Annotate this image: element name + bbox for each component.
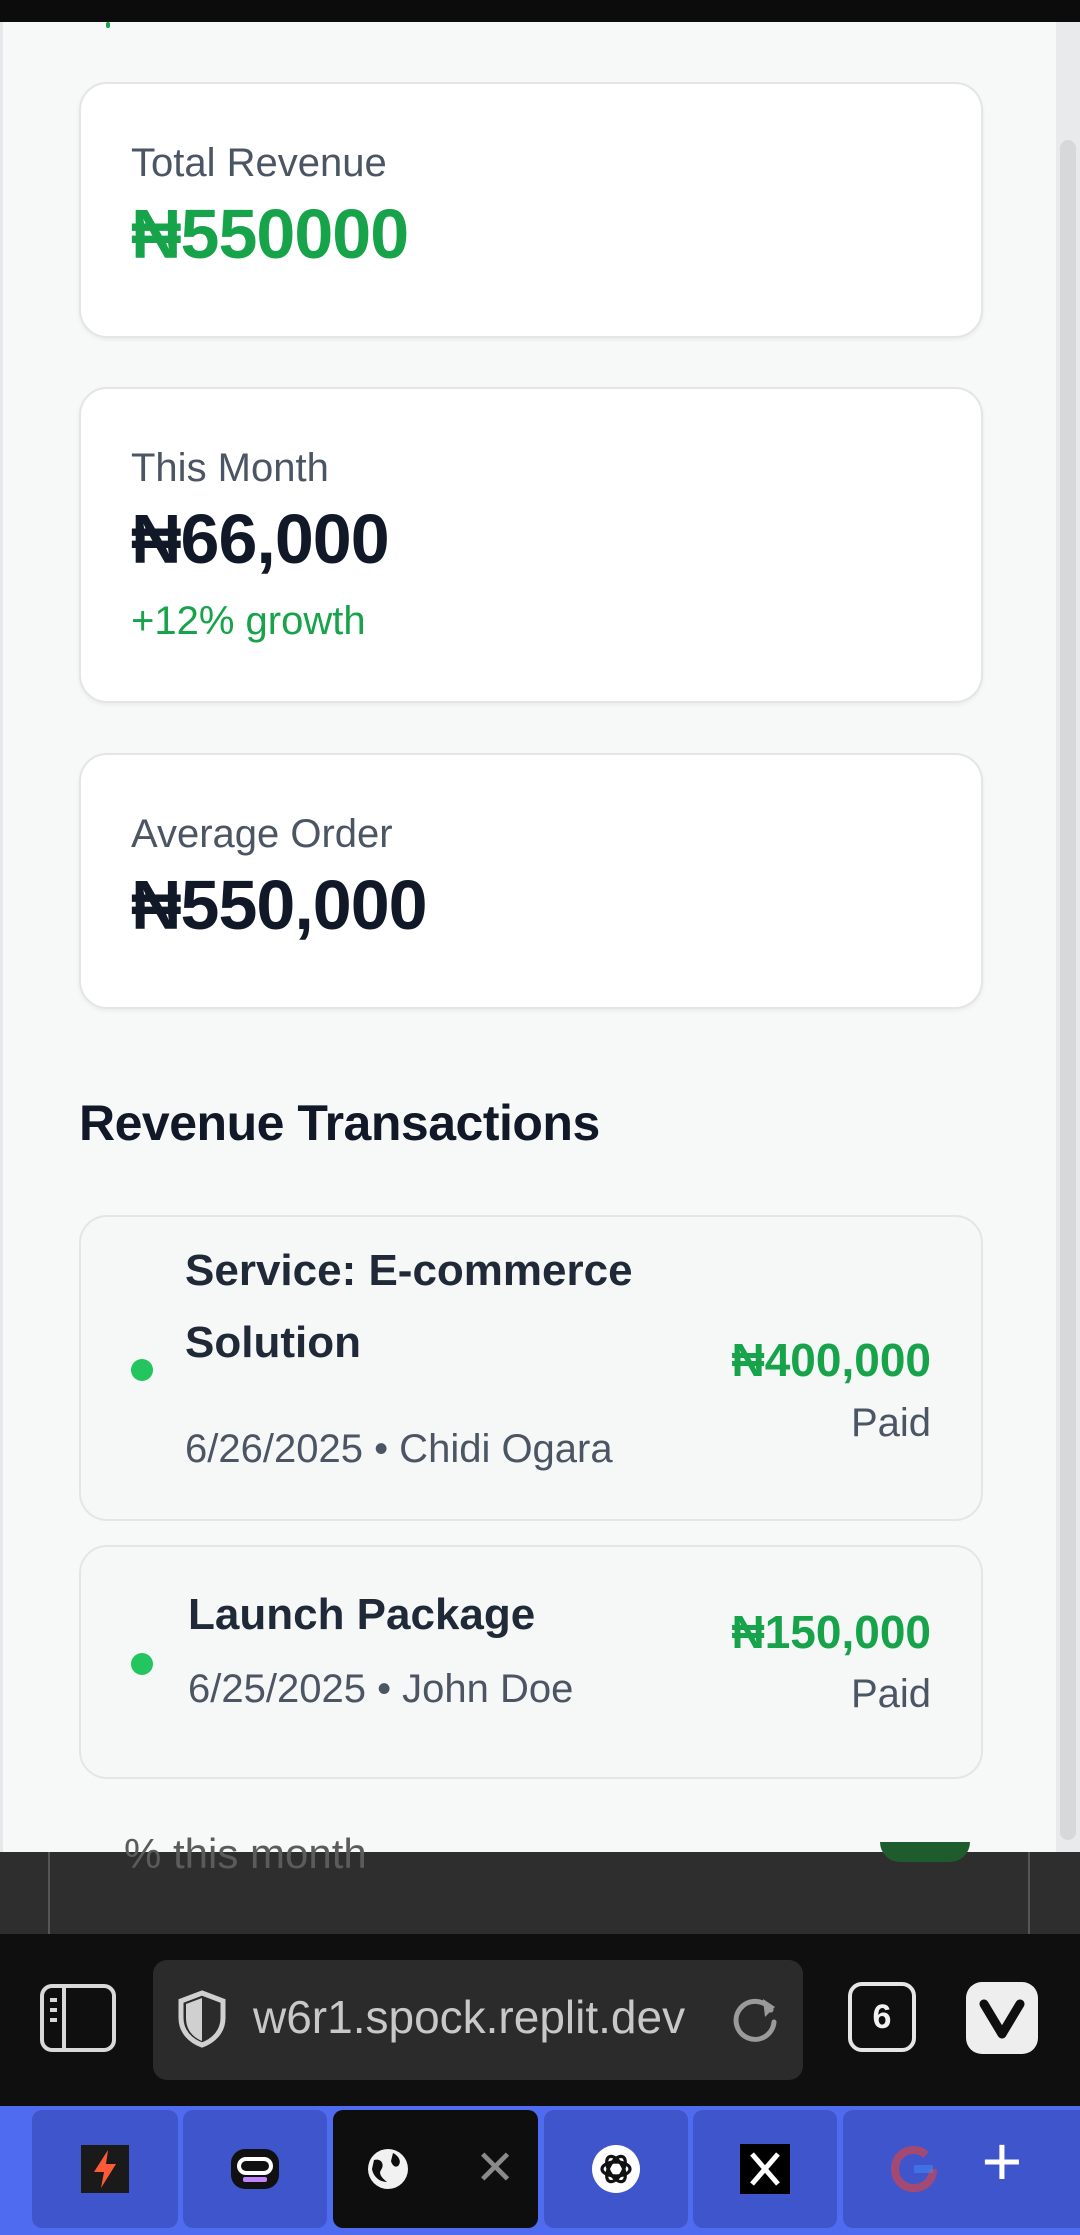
transaction-name: Service: E-commerce Solution — [185, 1235, 633, 1379]
close-tab-icon[interactable]: ✕ — [475, 2140, 515, 2198]
transactions-title: Revenue Transactions — [79, 1095, 600, 1151]
tab-bot[interactable] — [183, 2110, 327, 2228]
tab-strip: ✕ + — [0, 2106, 1080, 2235]
vivaldi-menu-button[interactable] — [966, 1982, 1038, 2054]
shield-icon[interactable] — [177, 1990, 227, 2048]
total-revenue-label: Total Revenue — [131, 141, 387, 185]
vivaldi-icon — [979, 1999, 1025, 2039]
tab-google[interactable] — [843, 2110, 1080, 2228]
this-month-value: ₦66,000 — [131, 500, 390, 578]
status-dot — [131, 1359, 153, 1381]
total-revenue-card: Total Revenue ₦550000 — [79, 82, 983, 338]
google-icon — [890, 2145, 937, 2193]
total-revenue-value: ₦550000 — [131, 195, 409, 273]
transaction-amount: ₦400,000 — [731, 1334, 932, 1386]
address-bar[interactable]: w6r1.spock.replit.dev — [153, 1960, 803, 2080]
underlying-page: % this month — [0, 1830, 1080, 1934]
status-dot — [131, 1653, 153, 1675]
transaction-row[interactable]: Launch Package 6/25/2025 • John Doe ₦150… — [79, 1545, 983, 1779]
this-month-growth: +12% growth — [131, 599, 366, 643]
underlying-badge — [880, 1842, 970, 1862]
globe-icon — [368, 2149, 408, 2189]
openai-icon — [592, 2145, 640, 2193]
transaction-name-line: Solution — [185, 1318, 361, 1367]
x-logo-icon — [740, 2144, 790, 2194]
transaction-name-line: Service: E-commerce — [185, 1246, 633, 1295]
this-month-card: This Month ₦66,000 +12% growth — [79, 387, 983, 703]
add-tab-button[interactable]: + — [970, 2126, 1034, 2196]
underlying-text: % this month — [124, 1830, 367, 1877]
transaction-status: Paid — [850, 1401, 931, 1445]
browser-toolbar: w6r1.spock.replit.dev 6 — [0, 1934, 1080, 2106]
tab-active-globe[interactable]: ✕ — [333, 2110, 538, 2228]
tab-x[interactable] — [693, 2110, 837, 2228]
revenue-details-sheet: Total Revenue ₦550000 This Month ₦66,000… — [0, 22, 1080, 1852]
tab-lightning[interactable] — [32, 2110, 178, 2228]
sheet-scrollbar[interactable] — [1056, 22, 1080, 1852]
panel-toggle-button[interactable] — [40, 1984, 116, 2052]
status-strip — [0, 0, 1080, 22]
average-order-card: Average Order ₦550,000 — [79, 753, 983, 1009]
transaction-meta: 6/26/2025 • Chidi Ogara — [185, 1427, 613, 1471]
transaction-row[interactable]: Service: E-commerce Solution 6/26/2025 •… — [79, 1215, 983, 1521]
this-month-label: This Month — [131, 446, 329, 490]
decor-dot — [106, 22, 110, 28]
url-text[interactable]: w6r1.spock.replit.dev — [253, 1990, 685, 2044]
transaction-meta: 6/25/2025 • John Doe — [188, 1667, 574, 1711]
tab-openai[interactable] — [544, 2110, 688, 2228]
transaction-amount: ₦150,000 — [731, 1606, 932, 1658]
average-order-value: ₦550,000 — [131, 866, 428, 944]
transaction-status: Paid — [850, 1672, 931, 1716]
reload-icon[interactable] — [727, 1990, 783, 2046]
bot-icon — [231, 2149, 279, 2189]
scrollbar-thumb[interactable] — [1060, 140, 1076, 1840]
average-order-label: Average Order — [131, 812, 393, 856]
lightning-app-icon — [81, 2145, 129, 2193]
transaction-name: Launch Package — [188, 1590, 536, 1639]
tab-count-button[interactable]: 6 — [848, 1982, 916, 2052]
